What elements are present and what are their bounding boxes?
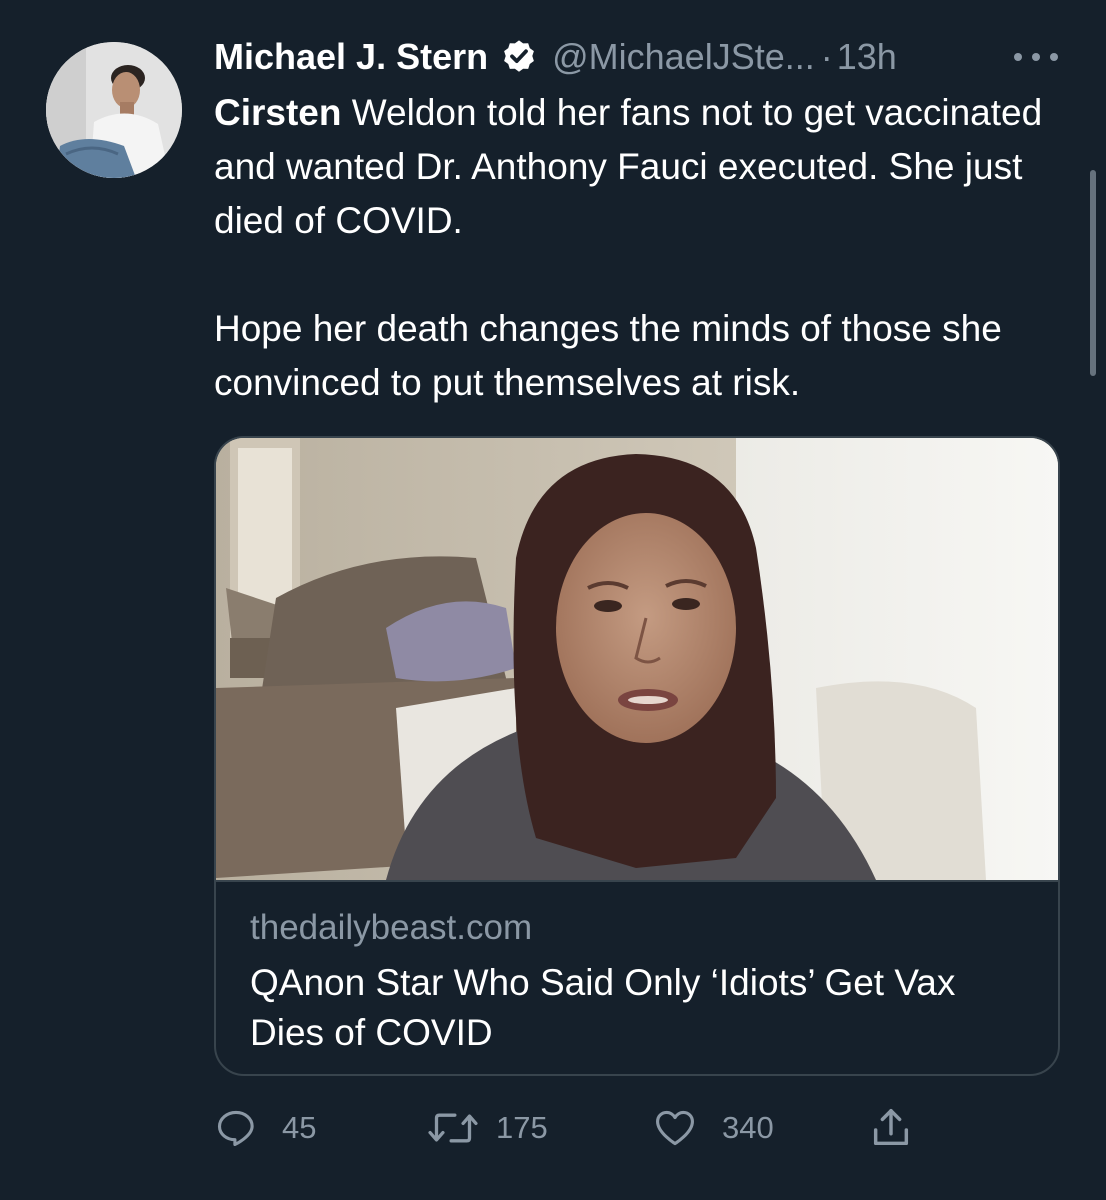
- share-button[interactable]: [868, 1098, 914, 1158]
- avatar[interactable]: [46, 42, 182, 178]
- reply-count: 45: [282, 1110, 317, 1145]
- scrollbar-thumb[interactable]: [1090, 170, 1096, 376]
- tweet-header: Michael J. Stern @MichaelJSte... · 13h: [214, 30, 897, 84]
- tweet-timestamp[interactable]: 13h: [837, 36, 897, 78]
- heart-icon: [656, 1110, 694, 1146]
- tweet[interactable]: Michael J. Stern @MichaelJSte... · 13h C…: [0, 0, 1106, 1200]
- more-dot: [1050, 53, 1058, 61]
- more-icon[interactable]: [1014, 40, 1058, 74]
- card-image[interactable]: [216, 438, 1058, 880]
- avatar-photo: [46, 42, 182, 178]
- more-dot: [1014, 53, 1022, 61]
- share-icon: [873, 1109, 909, 1146]
- retweet-button[interactable]: 175: [426, 1098, 548, 1158]
- retweet-icon: [428, 1113, 478, 1143]
- tweet-paragraph-1: Cirsten Weldon told her fans not to get …: [214, 86, 1074, 248]
- more-dot: [1032, 53, 1040, 61]
- like-button[interactable]: 340: [652, 1098, 774, 1158]
- tweet-text: Cirsten Weldon told her fans not to get …: [214, 86, 1074, 410]
- card-domain: thedailybeast.com: [250, 908, 533, 947]
- reply-icon: [217, 1110, 254, 1147]
- card-info[interactable]: thedailybeast.com QAnon Star Who Said On…: [216, 880, 1058, 1074]
- card-title: QAnon Star Who Said Only ‘Idiots’ Get Va…: [250, 962, 956, 1053]
- like-count: 340: [722, 1110, 774, 1145]
- retweet-count: 175: [496, 1110, 548, 1145]
- reply-button[interactable]: 45: [214, 1098, 316, 1158]
- action-bar: 45 175 340: [214, 1098, 974, 1158]
- tweet-paragraph-2: Hope her death changes the minds of thos…: [214, 308, 1002, 403]
- tweet-text-bold: Cirsten: [214, 92, 342, 133]
- verified-badge-icon: [504, 40, 534, 72]
- link-card[interactable]: thedailybeast.com QAnon Star Who Said On…: [214, 436, 1060, 1076]
- separator-dot: ·: [820, 36, 833, 77]
- author-name[interactable]: Michael J. Stern: [214, 36, 488, 78]
- author-handle[interactable]: @MichaelJSte...: [552, 36, 815, 78]
- card-photo: [216, 438, 1058, 880]
